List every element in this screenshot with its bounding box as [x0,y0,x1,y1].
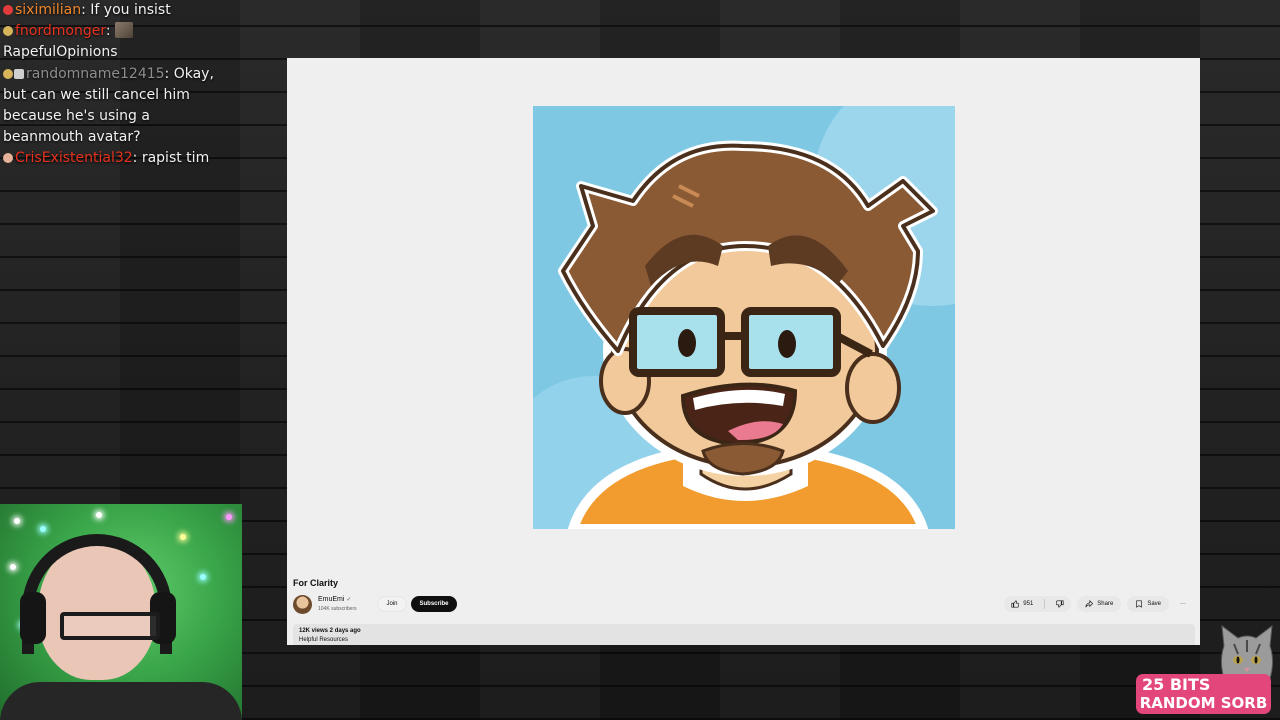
channel-name-text[interactable]: EmuEmi [318,596,344,603]
subscriber-count: 104K subscribers [318,606,357,612]
avatar-illustration [533,106,955,529]
badge-icon [3,68,13,79]
like-button[interactable]: 951 [1004,596,1040,612]
badge-icon [3,153,13,164]
string-light [226,514,232,520]
headphone-cup [20,592,46,644]
video-actions: 951 Share Save ··· [1004,596,1191,612]
string-light [14,518,20,524]
save-button[interactable]: Save [1127,596,1169,612]
subscribe-button[interactable]: Subscribe [411,596,457,612]
video-title: For Clarity [293,578,339,588]
mute-badge-icon [14,68,24,79]
thumbs-up-icon [1011,600,1020,608]
chat-message: fnordmonger: RapefulOpinions [3,21,225,63]
string-light [96,512,102,518]
bits-alert: 25 BITS RANDOM SORB [1136,624,1280,720]
chat-username: CrisExistential32 [15,150,133,167]
like-divider [1044,599,1046,609]
bookmark-icon [1136,600,1143,608]
dislike-button[interactable] [1049,596,1071,612]
share-label: Share [1097,601,1114,607]
like-dislike-group: 951 [1004,596,1072,612]
string-light [10,564,16,570]
string-light [200,574,206,580]
chat-text: : If you insist [81,2,171,18]
chat-text: : [105,23,111,40]
alert-username: RANDOM SORB [1139,694,1268,712]
more-icon: ··· [1180,601,1186,607]
webcam-feed [0,504,242,720]
description-box[interactable]: 12K views 2 days ago Helpful Resources [293,624,1195,645]
alert-banner: 25 BITS RANDOM SORB [1136,674,1271,714]
youtube-video-page: For Clarity EmuEmi ✓ 104K subscribers Jo… [287,58,1200,645]
emote-icon [115,22,134,39]
badge-icon [3,26,13,37]
stream-chat: siximilian: If you insist fnordmonger: R… [3,0,225,170]
chat-message: randomname12415: Okay, but can we still … [3,64,225,149]
chat-username: siximilian [15,2,82,18]
save-label: Save [1147,601,1161,607]
like-count: 951 [1023,601,1034,607]
more-button[interactable]: ··· [1175,596,1191,612]
channel-row: EmuEmi ✓ 104K subscribers Join Subscribe… [293,594,1193,616]
shirt [0,682,242,720]
chat-message: siximilian: If you insist [3,0,225,21]
chat-message: CrisExistential32: rapist tim [3,148,225,169]
chat-username: fnordmonger [15,23,106,40]
channel-avatar[interactable] [293,595,312,614]
channel-name[interactable]: EmuEmi ✓ [318,596,351,603]
chat-text: : rapist tim [132,150,210,167]
string-light [40,526,46,532]
chat-username: randomname12415 [26,65,165,82]
share-icon [1085,600,1094,608]
glasses [60,612,160,640]
video-thumbnail[interactable] [533,106,955,529]
join-button[interactable]: Join [377,596,407,612]
thumbs-down-icon [1056,600,1064,608]
chat-text-continuation: RapefulOpinions [3,44,118,61]
share-button[interactable]: Share [1077,596,1122,612]
badge-icon [3,5,13,15]
description-text: Helpful Resources [299,637,349,643]
alert-bits-amount: 25 BITS [1142,675,1211,694]
verified-icon: ✓ [346,597,352,603]
string-light [180,534,186,540]
views-and-date: 12K views 2 days ago [299,628,361,634]
